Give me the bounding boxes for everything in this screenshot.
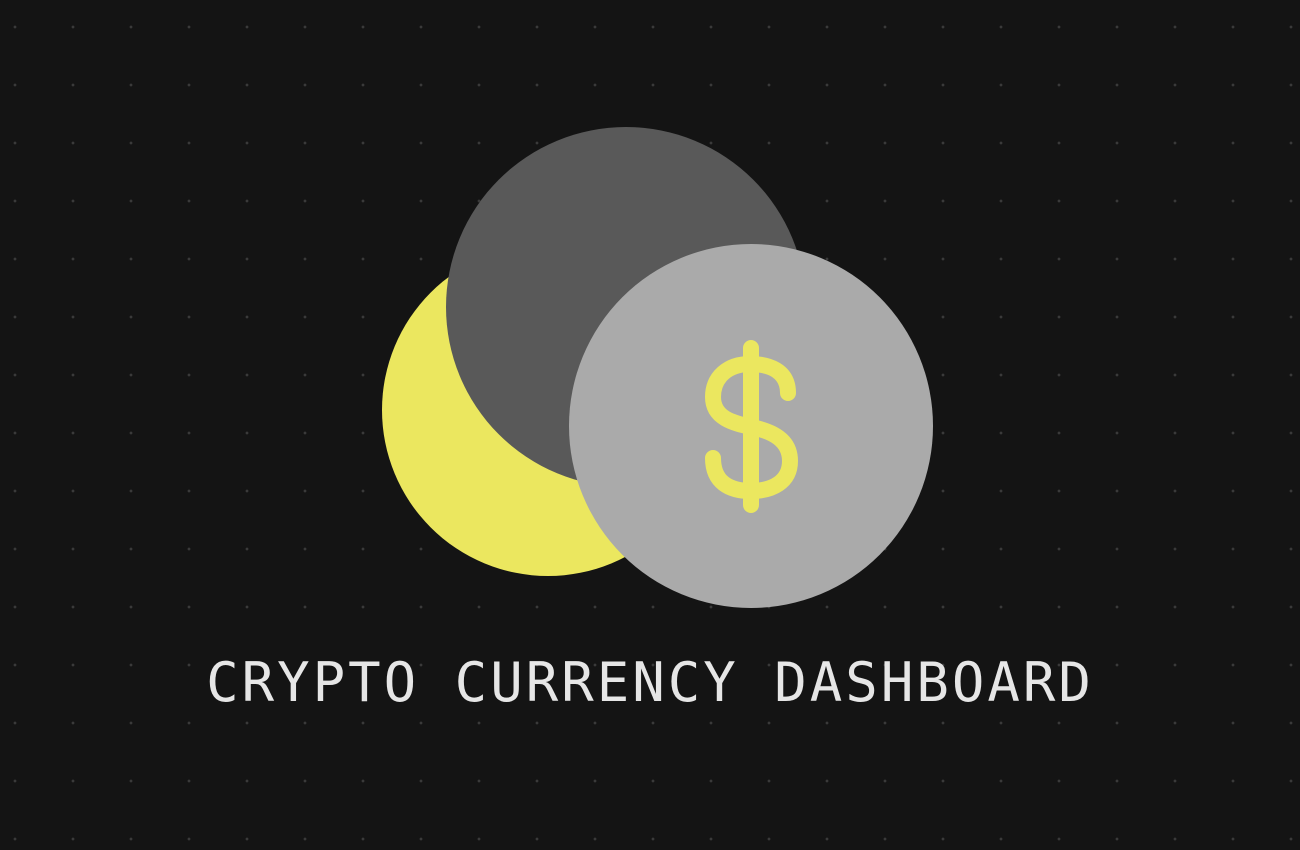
app-title: CRYPTO CURRENCY DASHBOARD bbox=[206, 651, 1094, 714]
crypto-logo bbox=[382, 127, 933, 608]
splash-screen: CRYPTO CURRENCY DASHBOARD bbox=[0, 0, 1300, 850]
